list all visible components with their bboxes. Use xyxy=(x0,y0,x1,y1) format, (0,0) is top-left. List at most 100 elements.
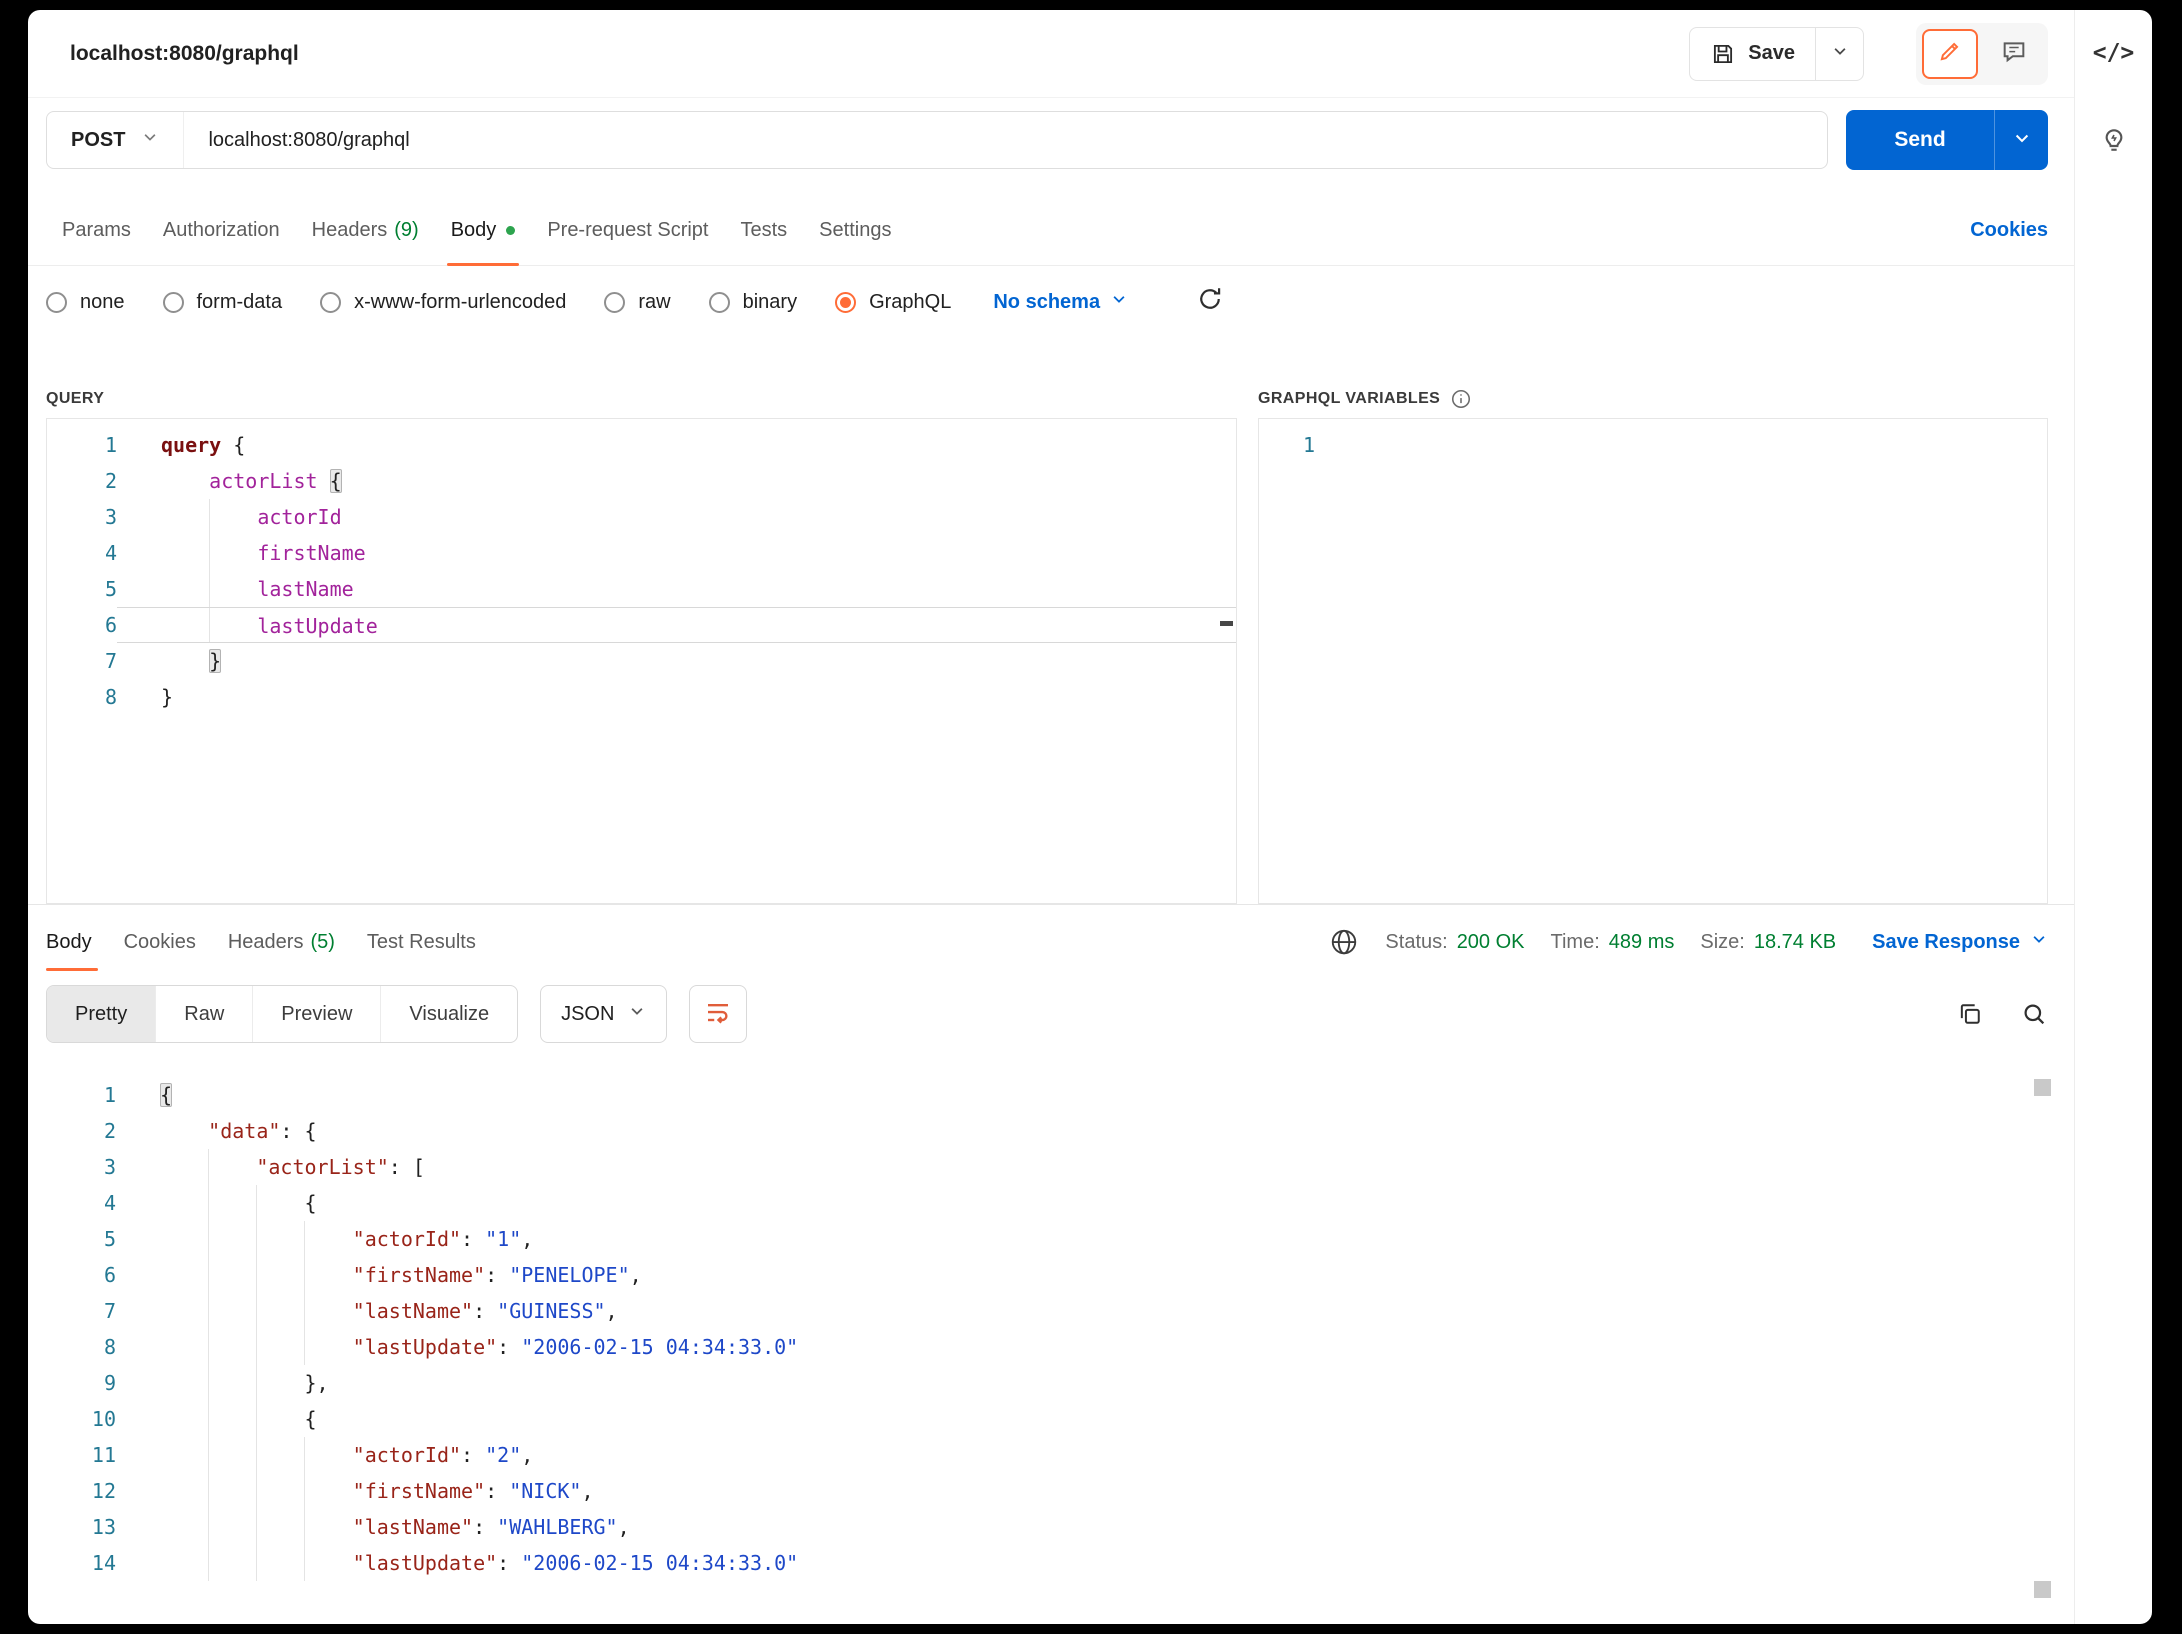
code-token: : xyxy=(485,1263,509,1287)
time-badge: Time: 489 ms xyxy=(1551,931,1675,954)
scrollbar-thumb[interactable] xyxy=(2034,1079,2051,1096)
code-token: , xyxy=(581,1479,593,1503)
view-mode-preview[interactable]: Preview xyxy=(253,986,381,1042)
schema-select[interactable]: No schema xyxy=(993,290,1128,314)
save-response-button[interactable]: Save Response xyxy=(1872,930,2048,954)
code-token: : xyxy=(473,1515,497,1539)
response-tab-headers[interactable]: Headers(5) xyxy=(212,905,351,979)
editor-labels-row: QUERY GRAPHQL VARIABLES xyxy=(46,380,2048,418)
indent-guide xyxy=(209,499,210,535)
variables-editor[interactable]: 1 xyxy=(1258,418,2048,904)
response-toolbar-right xyxy=(1956,1000,2048,1028)
indent-guide xyxy=(208,1473,209,1509)
edit-documentation-button[interactable] xyxy=(1922,29,1978,79)
save-button[interactable]: Save xyxy=(1690,28,1815,80)
code-token xyxy=(161,649,209,673)
code-text: { xyxy=(116,1077,2074,1113)
code-text: lastName xyxy=(117,571,1236,607)
code-text: lastUpdate xyxy=(117,607,1236,643)
refresh-schema-button[interactable] xyxy=(1196,285,1224,319)
code-token xyxy=(160,1371,305,1395)
url-input[interactable]: localhost:8080/graphql xyxy=(184,129,1827,152)
response-section: BodyCookiesHeaders(5)Test Results Status… xyxy=(28,904,2074,1624)
tab-params[interactable]: Params xyxy=(46,196,147,265)
request-tabs: ParamsAuthorizationHeaders(9)BodyPre-req… xyxy=(46,196,907,265)
radio-icon xyxy=(320,292,341,313)
code-token: "data" xyxy=(208,1119,280,1143)
code-token xyxy=(160,1119,208,1143)
code-token: "lastName" xyxy=(353,1299,473,1323)
send-options-button[interactable] xyxy=(1994,110,2048,170)
body-type-none[interactable]: none xyxy=(46,291,125,314)
body-type-form-data[interactable]: form-data xyxy=(163,291,283,314)
radio-icon xyxy=(835,292,856,313)
code-line: 9 }, xyxy=(28,1365,2074,1401)
info-icon[interactable] xyxy=(1450,388,1472,410)
tab-headers[interactable]: Headers(9) xyxy=(296,196,435,265)
line-number: 2 xyxy=(28,1113,116,1149)
code-line: 3 "actorList": [ xyxy=(28,1149,2074,1185)
tab-settings[interactable]: Settings xyxy=(803,196,907,265)
request-tab-title[interactable]: localhost:8080/graphql xyxy=(70,42,299,66)
view-mode-visualize[interactable]: Visualize xyxy=(381,986,517,1042)
code-line: 7 } xyxy=(47,643,1236,679)
tab-pre-request-script[interactable]: Pre-request Script xyxy=(531,196,724,265)
scrollbar-corner[interactable] xyxy=(2034,1581,2051,1598)
code-line: 13 "lastName": "WAHLBERG", xyxy=(28,1509,2074,1545)
globe-icon[interactable] xyxy=(1329,927,1359,957)
query-editor[interactable]: 1query {2 actorList {3 actorId4 firstNam… xyxy=(46,418,1237,904)
line-number: 2 xyxy=(47,463,117,499)
radio-icon xyxy=(46,292,67,313)
line-number: 3 xyxy=(47,499,117,535)
indent-guide xyxy=(256,1293,257,1329)
body-type-graphql[interactable]: GraphQL xyxy=(835,291,951,314)
code-text: firstName xyxy=(117,535,1236,571)
wrap-text-button[interactable] xyxy=(689,985,747,1043)
body-type-raw[interactable]: raw xyxy=(604,291,670,314)
body-type-x-www-form-urlencoded[interactable]: x-www-form-urlencoded xyxy=(320,291,566,314)
code-token: "firstName" xyxy=(353,1479,485,1503)
bracket-match: { xyxy=(160,1083,172,1107)
code-text: "lastUpdate": "2006-02-15 04:34:33.0" xyxy=(116,1545,2074,1581)
body-type-label: raw xyxy=(638,291,670,314)
tab-label: Body xyxy=(46,931,92,954)
response-tab-body[interactable]: Body xyxy=(46,905,108,979)
code-token: : xyxy=(461,1227,485,1251)
indent-guide xyxy=(208,1545,209,1581)
method-select[interactable]: POST xyxy=(47,112,184,168)
indent-guide xyxy=(304,1293,305,1329)
code-token: : xyxy=(461,1443,485,1467)
save-options-button[interactable] xyxy=(1815,28,1863,80)
code-text: { xyxy=(116,1401,2074,1437)
comment-button[interactable] xyxy=(1986,29,2042,79)
chevron-down-icon xyxy=(141,128,159,152)
view-mode-raw[interactable]: Raw xyxy=(156,986,253,1042)
line-number: 5 xyxy=(28,1221,116,1257)
body-indicator-dot xyxy=(506,226,515,235)
tab-authorization[interactable]: Authorization xyxy=(147,196,296,265)
view-mode-pretty[interactable]: Pretty xyxy=(47,986,156,1042)
tab-tests[interactable]: Tests xyxy=(724,196,803,265)
tab-body[interactable]: Body xyxy=(435,196,532,265)
send-button[interactable]: Send xyxy=(1846,110,1994,170)
code-token: , xyxy=(630,1263,642,1287)
lightbulb-icon[interactable] xyxy=(2098,124,2130,161)
code-token: "2006-02-15 04:34:33.0" xyxy=(521,1551,798,1575)
cookies-link[interactable]: Cookies xyxy=(1970,196,2048,265)
body-type-binary[interactable]: binary xyxy=(709,291,797,314)
indent-guide xyxy=(209,571,210,607)
indent-guide xyxy=(256,1545,257,1581)
right-rail: </> xyxy=(2075,10,2152,1624)
indent-guide xyxy=(209,608,210,642)
search-button[interactable] xyxy=(2020,1000,2048,1028)
code-snippet-icon[interactable]: </> xyxy=(2093,40,2135,66)
indent-guide xyxy=(256,1437,257,1473)
code-text xyxy=(1315,427,2047,463)
response-tab-cookies[interactable]: Cookies xyxy=(108,905,212,979)
wrap-text-icon xyxy=(703,997,733,1032)
line-number: 6 xyxy=(28,1257,116,1293)
response-tab-test-results[interactable]: Test Results xyxy=(351,905,492,979)
format-select[interactable]: JSON xyxy=(540,985,667,1043)
response-body-editor[interactable]: 1{2 "data": {3 "actorList": [4 {5 "actor… xyxy=(28,1069,2074,1624)
copy-button[interactable] xyxy=(1956,1000,1984,1028)
